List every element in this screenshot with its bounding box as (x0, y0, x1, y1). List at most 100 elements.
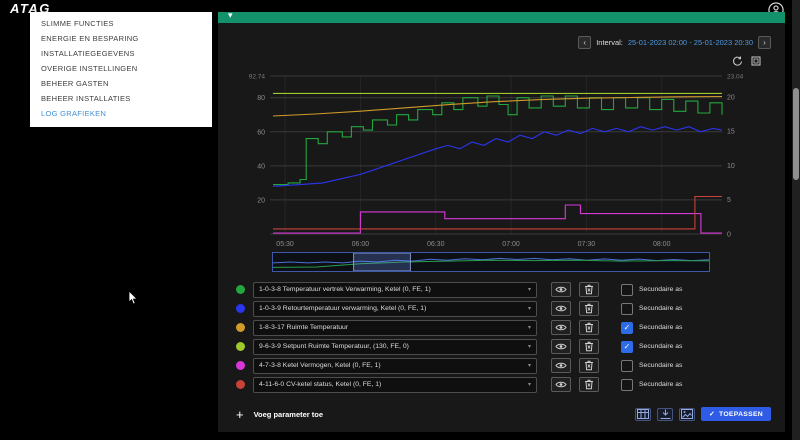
svg-text:5: 5 (727, 197, 731, 204)
legend-row: 9-6-3-9 Setpunt Ruimte Temperatuur, (130… (236, 338, 683, 355)
interval-prev-button[interactable]: ‹ (578, 36, 592, 49)
secondary-axis-checkbox[interactable]: ✓ (621, 321, 633, 334)
parameter-label: 4-11-6-0 CV-ketel status, Ketel (0, FE, … (259, 381, 382, 388)
chart-navigator[interactable] (272, 252, 710, 272)
apply-button[interactable]: ✓ TOEPASSEN (701, 407, 771, 421)
secondary-axis-label: Secundaire as (639, 286, 683, 293)
panel-header[interactable]: ▾ (218, 10, 785, 23)
svg-text:15: 15 (727, 129, 735, 136)
svg-text:05:30: 05:30 (276, 241, 294, 248)
sidebar-item-energie-en-besparing[interactable]: ENERGIE EN BESPARING (30, 31, 212, 46)
parameter-select[interactable]: 1-0-3-8 Temperatuur vertrek Verwarming, … (253, 281, 537, 298)
export-image-button[interactable] (679, 407, 695, 421)
svg-text:23.04: 23.04 (727, 74, 744, 81)
legend-row: 1-0-3-8 Temperatuur vertrek Verwarming, … (236, 281, 683, 298)
parameter-label: 9-6-3-9 Setpunt Ruimte Temperatuur, (130… (259, 343, 409, 350)
download-icon (660, 409, 670, 419)
add-parameter-button[interactable]: + (236, 408, 244, 421)
visibility-toggle-button[interactable] (551, 358, 571, 373)
chevron-down-icon: ▾ (527, 382, 531, 388)
svg-text:92.74: 92.74 (249, 74, 266, 81)
chevron-down-icon: ▾ (527, 344, 531, 350)
secondary-axis-checkbox[interactable] (621, 302, 633, 315)
scrollbar-thumb[interactable] (793, 88, 799, 180)
parameter-select[interactable]: 1-0-3-9 Retourtemperatuur verwarming, Ke… (253, 300, 537, 317)
delete-parameter-button[interactable] (579, 301, 599, 316)
main-chart[interactable]: 05:30 06:00 06:30 07:00 07:30 08:00 20 40 60 80 92… (234, 66, 758, 256)
scrollbar[interactable] (792, 0, 800, 440)
svg-text:06:30: 06:30 (427, 241, 445, 248)
parameter-select[interactable]: 4-7-3-8 Ketel Vermogen, Ketel (0, FE, 1)… (253, 357, 537, 374)
chevron-down-icon: ▾ (527, 306, 531, 312)
chevron-down-icon: ▾ (527, 287, 531, 293)
svg-text:20: 20 (727, 94, 735, 101)
interval-bar: ‹ Interval: 25-01-2023 02:00 - 25-01-202… (578, 36, 771, 49)
graph-panel: ▾ ‹ Interval: 25-01-2023 02:00 - 25-01-2… (218, 10, 785, 432)
sidebar-item-overige-instellingen[interactable]: OVERIGE INSTELLINGEN (30, 61, 212, 76)
series-color-dot (236, 342, 245, 351)
parameter-select[interactable]: 1-8-3-17 Ruimte Temperatuur ▾ (253, 319, 537, 336)
secondary-axis-checkbox[interactable] (621, 359, 633, 372)
svg-text:08:00: 08:00 (653, 241, 671, 248)
svg-text:80: 80 (257, 95, 265, 102)
parameter-select[interactable]: 9-6-3-9 Setpunt Ruimte Temperatuur, (130… (253, 338, 537, 355)
delete-parameter-button[interactable] (579, 358, 599, 373)
svg-text:06:00: 06:00 (352, 241, 370, 248)
sidebar-item-installatiegegevens[interactable]: INSTALLATIEGEGEVENS (30, 46, 212, 61)
sidebar-item-beheer-installaties[interactable]: BEHEER INSTALLATIES (30, 91, 212, 106)
chevron-down-icon: ▾ (228, 10, 233, 20)
download-button[interactable] (657, 407, 673, 421)
sidebar-item-slimme-functies[interactable]: SLIMME FUNCTIES (30, 16, 212, 31)
series-color-dot (236, 361, 245, 370)
visibility-toggle-button[interactable] (551, 301, 571, 316)
apply-label: TOEPASSEN (719, 410, 763, 418)
svg-text:40: 40 (257, 163, 265, 170)
svg-text:0: 0 (727, 232, 731, 239)
legend-row: 4-7-3-8 Ketel Vermogen, Ketel (0, FE, 1)… (236, 357, 683, 374)
visibility-toggle-button[interactable] (551, 339, 571, 354)
sidebar-menu: SLIMME FUNCTIES ENERGIE EN BESPARING INSTA… (30, 12, 212, 127)
svg-text:10: 10 (727, 163, 735, 170)
visibility-toggle-button[interactable] (551, 282, 571, 297)
secondary-axis-checkbox[interactable] (621, 283, 633, 296)
secondary-axis-checkbox[interactable] (621, 378, 633, 391)
series-color-dot (236, 304, 245, 313)
delete-parameter-button[interactable] (579, 320, 599, 335)
secondary-axis-label: Secundaire as (639, 362, 683, 369)
table-icon (637, 409, 649, 419)
check-icon: ✓ (709, 411, 715, 418)
navigator-svg[interactable] (272, 252, 710, 272)
secondary-axis-checkbox[interactable]: ✓ (621, 340, 633, 353)
interval-value[interactable]: 25-01-2023 02:00 - 25-01-2023 20:30 (628, 38, 753, 47)
delete-parameter-button[interactable] (579, 282, 599, 297)
interval-next-button[interactable]: › (758, 36, 771, 49)
parameter-label: 1-0-3-8 Temperatuur vertrek Verwarming, … (259, 286, 431, 293)
svg-text:07:30: 07:30 (578, 241, 596, 248)
sidebar-item-log-grafieken[interactable]: LOG GRAFIEKEN (30, 106, 212, 121)
parameter-label: 1-0-3-9 Retourtemperatuur verwarming, Ke… (259, 305, 427, 312)
series-color-dot (236, 285, 245, 294)
delete-parameter-button[interactable] (579, 377, 599, 392)
secondary-axis-label: Secundaire as (639, 381, 683, 388)
secondary-axis-label: Secundaire as (639, 305, 683, 312)
parameter-label: 1-8-3-17 Ruimte Temperatuur (259, 324, 349, 331)
parameter-select[interactable]: 4-11-6-0 CV-ketel status, Ketel (0, FE, … (253, 376, 537, 393)
secondary-axis-label: Secundaire as (639, 343, 683, 350)
svg-text:20: 20 (257, 197, 265, 204)
series-color-dot (236, 323, 245, 332)
export-table-button[interactable] (635, 407, 651, 421)
delete-parameter-button[interactable] (579, 339, 599, 354)
mouse-cursor (128, 290, 140, 311)
legend-row: 4-11-6-0 CV-ketel status, Ketel (0, FE, … (236, 376, 683, 393)
add-parameter-label[interactable]: Voeg parameter toe (254, 410, 323, 419)
footer-toolbar: ✓ TOEPASSEN (635, 407, 771, 421)
visibility-toggle-button[interactable] (551, 377, 571, 392)
chevron-down-icon: ▾ (527, 325, 531, 331)
footer-bar: + Voeg parameter toe ✓ TOEPASSEN (236, 406, 771, 422)
svg-text:60: 60 (257, 129, 265, 136)
sidebar-item-beheer-gasten[interactable]: BEHEER GASTEN (30, 76, 212, 91)
svg-text:07:00: 07:00 (502, 241, 520, 248)
visibility-toggle-button[interactable] (551, 320, 571, 335)
interval-label: Interval: (596, 38, 623, 47)
legend-row: 1-0-3-9 Retourtemperatuur verwarming, Ke… (236, 300, 683, 317)
